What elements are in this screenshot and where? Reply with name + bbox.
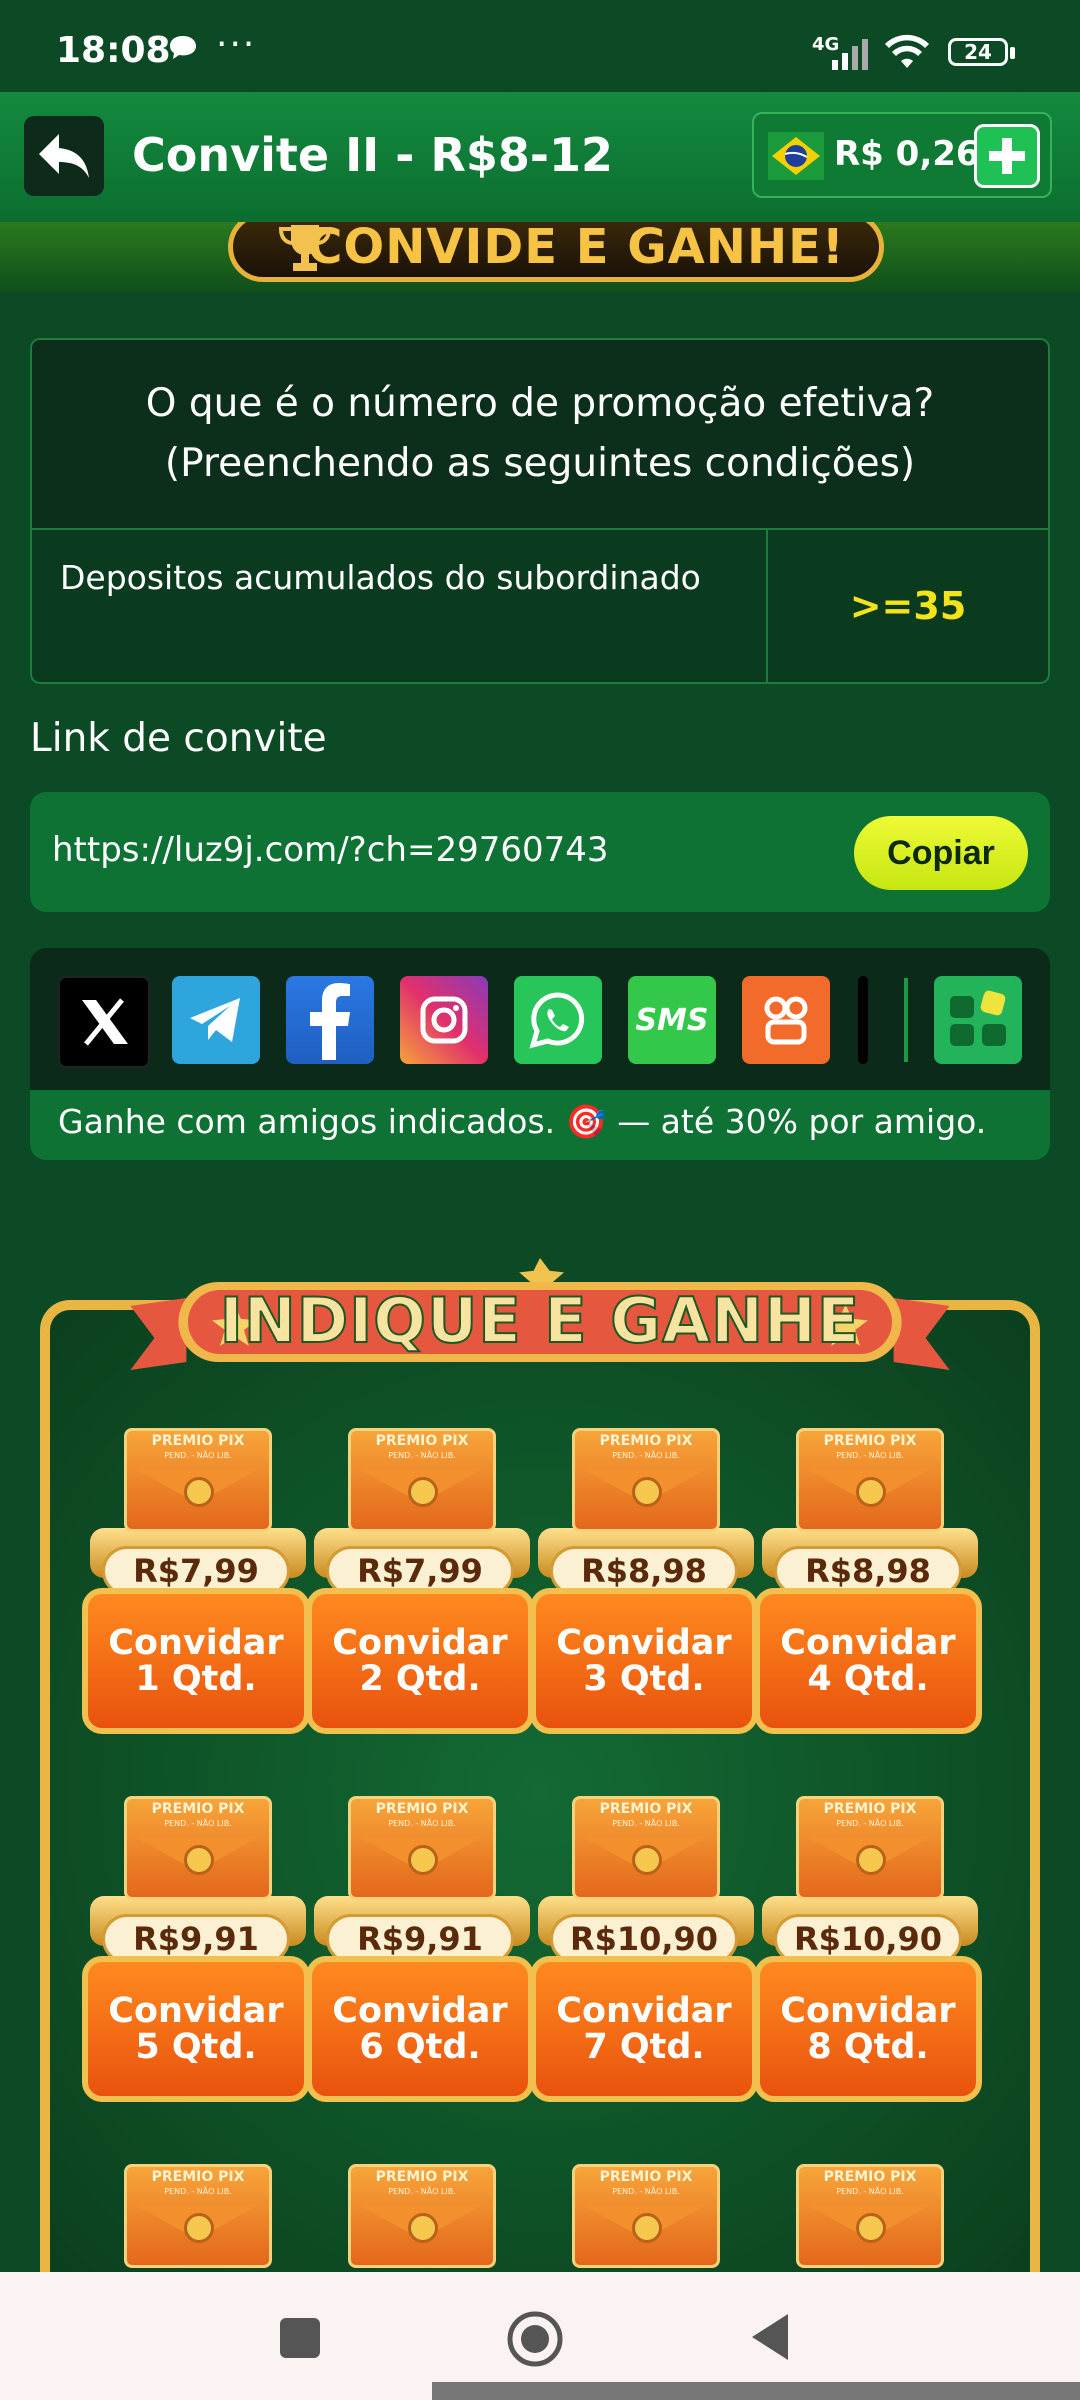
condition-header: O que é o número de promoção efetiva? (P… <box>32 340 1048 530</box>
trophy-icon <box>278 225 332 271</box>
home-button[interactable] <box>506 2310 564 2368</box>
invite-plate[interactable]: Convidar 4 Qtd. <box>754 1588 982 1734</box>
status-time: 18:08 <box>56 30 171 71</box>
envelope-icon: PREMIO PIX PEND. - NÃO LIB. <box>572 1796 720 1900</box>
invite-plate[interactable]: Convidar 6 Qtd. <box>306 1956 534 2102</box>
envelope-icon: PREMIO PIX PEND. - NÃO LIB. <box>572 2164 720 2268</box>
sms-icon[interactable]: SMS <box>628 976 716 1064</box>
balance-widget[interactable]: R$ 0,26 <box>752 112 1052 198</box>
envelope-icon: PREMIO PIX PEND. - NÃO LIB. <box>124 1428 272 1532</box>
reward-card-5[interactable]: PREMIO PIX PEND. - NÃO LIB. R$9,91 Convid… <box>72 1796 310 2116</box>
more-notifications-icon: ··· <box>216 24 257 65</box>
reward-card-8[interactable]: PREMIO PIX PEND. - NÃO LIB. R$10,90 Convi… <box>744 1796 982 2116</box>
condition-label: Depositos acumulados do subordinado <box>60 558 701 597</box>
reward-card-6[interactable]: PREMIO PIX PEND. - NÃO LIB. R$9,91 Convid… <box>296 1796 534 2116</box>
kwai-icon[interactable] <box>742 976 830 1064</box>
recents-button[interactable] <box>280 2318 320 2358</box>
invite-plate[interactable]: Convidar 1 Qtd. <box>82 1588 310 1734</box>
add-funds-button[interactable] <box>974 124 1040 188</box>
wifi-icon <box>884 34 930 74</box>
invite-plate[interactable]: Convidar 8 Qtd. <box>754 1956 982 2102</box>
banner-pill: CONVIDE E GANHE! <box>228 222 884 282</box>
system-back-button[interactable] <box>748 2312 792 2362</box>
invite-plate[interactable]: Convidar 5 Qtd. <box>82 1956 310 2102</box>
system-nav-bar <box>0 2272 1080 2400</box>
invite-link-box: https://luz9j.com/?ch=29760743 Copiar <box>30 792 1050 912</box>
copy-link-button[interactable]: Copiar <box>854 816 1028 890</box>
app-header: Convite II - R$8-12 R$ 0,26 <box>0 92 1080 224</box>
envelope-icon: PREMIO PIX PEND. - NÃO LIB. <box>796 2164 944 2268</box>
share-icons-row: SMS <box>30 948 1050 1090</box>
invite-plate[interactable]: Convidar 7 Qtd. <box>530 1956 758 2102</box>
reward-card-2[interactable]: PREMIO PIX PEND. - NÃO LIB. R$7,99 Convid… <box>296 1428 534 1748</box>
reward-card-4[interactable]: PREMIO PIX PEND. - NÃO LIB. R$8,98 Convid… <box>744 1428 982 1748</box>
instagram-icon[interactable] <box>400 976 488 1064</box>
envelope-icon: PREMIO PIX PEND. - NÃO LIB. <box>572 1428 720 1532</box>
gesture-bar <box>432 2382 1080 2400</box>
invite-link-text[interactable]: https://luz9j.com/?ch=29760743 <box>52 830 609 870</box>
back-arrow-icon <box>39 134 89 178</box>
plus-icon <box>989 138 1025 174</box>
envelope-icon: PREMIO PIX PEND. - NÃO LIB. <box>348 1796 496 1900</box>
signal-icon <box>830 36 874 74</box>
envelope-icon: PREMIO PIX PEND. - NÃO LIB. <box>124 1796 272 1900</box>
facebook-icon[interactable] <box>286 976 374 1064</box>
condition-question: O que é o número de promoção efetiva? <box>145 381 935 426</box>
reward-card-10[interactable]: PREMIO PIX PEND. - NÃO LIB. <box>296 2164 514 2270</box>
share-divider <box>904 978 908 1062</box>
board-title: INDIQUE E GANHE <box>219 1283 861 1358</box>
envelope-icon: PREMIO PIX PEND. - NÃO LIB. <box>348 1428 496 1532</box>
more-apps-icon[interactable] <box>934 976 1022 1064</box>
envelope-icon: PREMIO PIX PEND. - NÃO LIB. <box>796 1796 944 1900</box>
condition-value: >=35 <box>849 584 967 628</box>
telegram-icon[interactable] <box>172 976 260 1064</box>
reward-card-11[interactable]: PREMIO PIX PEND. - NÃO LIB. <box>520 2164 738 2270</box>
envelope-icon: PREMIO PIX PEND. - NÃO LIB. <box>796 1428 944 1532</box>
reward-card-1[interactable]: PREMIO PIX PEND. - NÃO LIB. R$7,99 Convid… <box>72 1428 310 1748</box>
x-icon[interactable] <box>58 976 150 1068</box>
promotion-condition-table: O que é o número de promoção efetiva? (P… <box>30 338 1050 684</box>
banner-text: CONVIDE E GANHE! <box>307 222 845 275</box>
invite-plate[interactable]: Convidar 2 Qtd. <box>306 1588 534 1734</box>
battery-icon: 24 <box>948 38 1015 66</box>
reward-card-9[interactable]: PREMIO PIX PEND. - NÃO LIB. <box>72 2164 290 2270</box>
whatsapp-icon[interactable] <box>514 976 602 1064</box>
share-panel: SMS Ganhe com amigos indicados. 🎯 — até … <box>30 948 1050 1160</box>
promo-banner: CONVIDE E GANHE! <box>0 222 1080 292</box>
tiktok-icon[interactable] <box>858 976 868 1064</box>
back-button[interactable] <box>24 116 104 196</box>
envelope-icon: PREMIO PIX PEND. - NÃO LIB. <box>124 2164 272 2268</box>
condition-subtitle: (Preenchendo as seguintes condições) <box>164 441 916 486</box>
brazil-flag-icon <box>768 132 824 180</box>
reward-card-3[interactable]: PREMIO PIX PEND. - NÃO LIB. R$8,98 Convid… <box>520 1428 758 1748</box>
chat-bubble-icon <box>168 34 198 66</box>
envelope-icon: PREMIO PIX PEND. - NÃO LIB. <box>348 2164 496 2268</box>
status-bar: 18:08 ··· 4G 24 <box>0 0 1080 92</box>
share-caption: Ganhe com amigos indicados. 🎯 — até 30% … <box>58 1102 987 1141</box>
page-title: Convite II - R$8-12 <box>132 128 613 182</box>
reward-card-7[interactable]: PREMIO PIX PEND. - NÃO LIB. R$10,90 Convi… <box>520 1796 758 2116</box>
invite-rewards-board: INDIQUE E GANHE PREMIO PIX PEND. - NÃO LI… <box>28 1220 1052 2280</box>
reward-card-12[interactable]: PREMIO PIX PEND. - NÃO LIB. <box>744 2164 962 2270</box>
invite-plate[interactable]: Convidar 3 Qtd. <box>530 1588 758 1734</box>
balance-amount: R$ 0,26 <box>834 134 980 174</box>
invite-link-label: Link de convite <box>30 716 327 761</box>
